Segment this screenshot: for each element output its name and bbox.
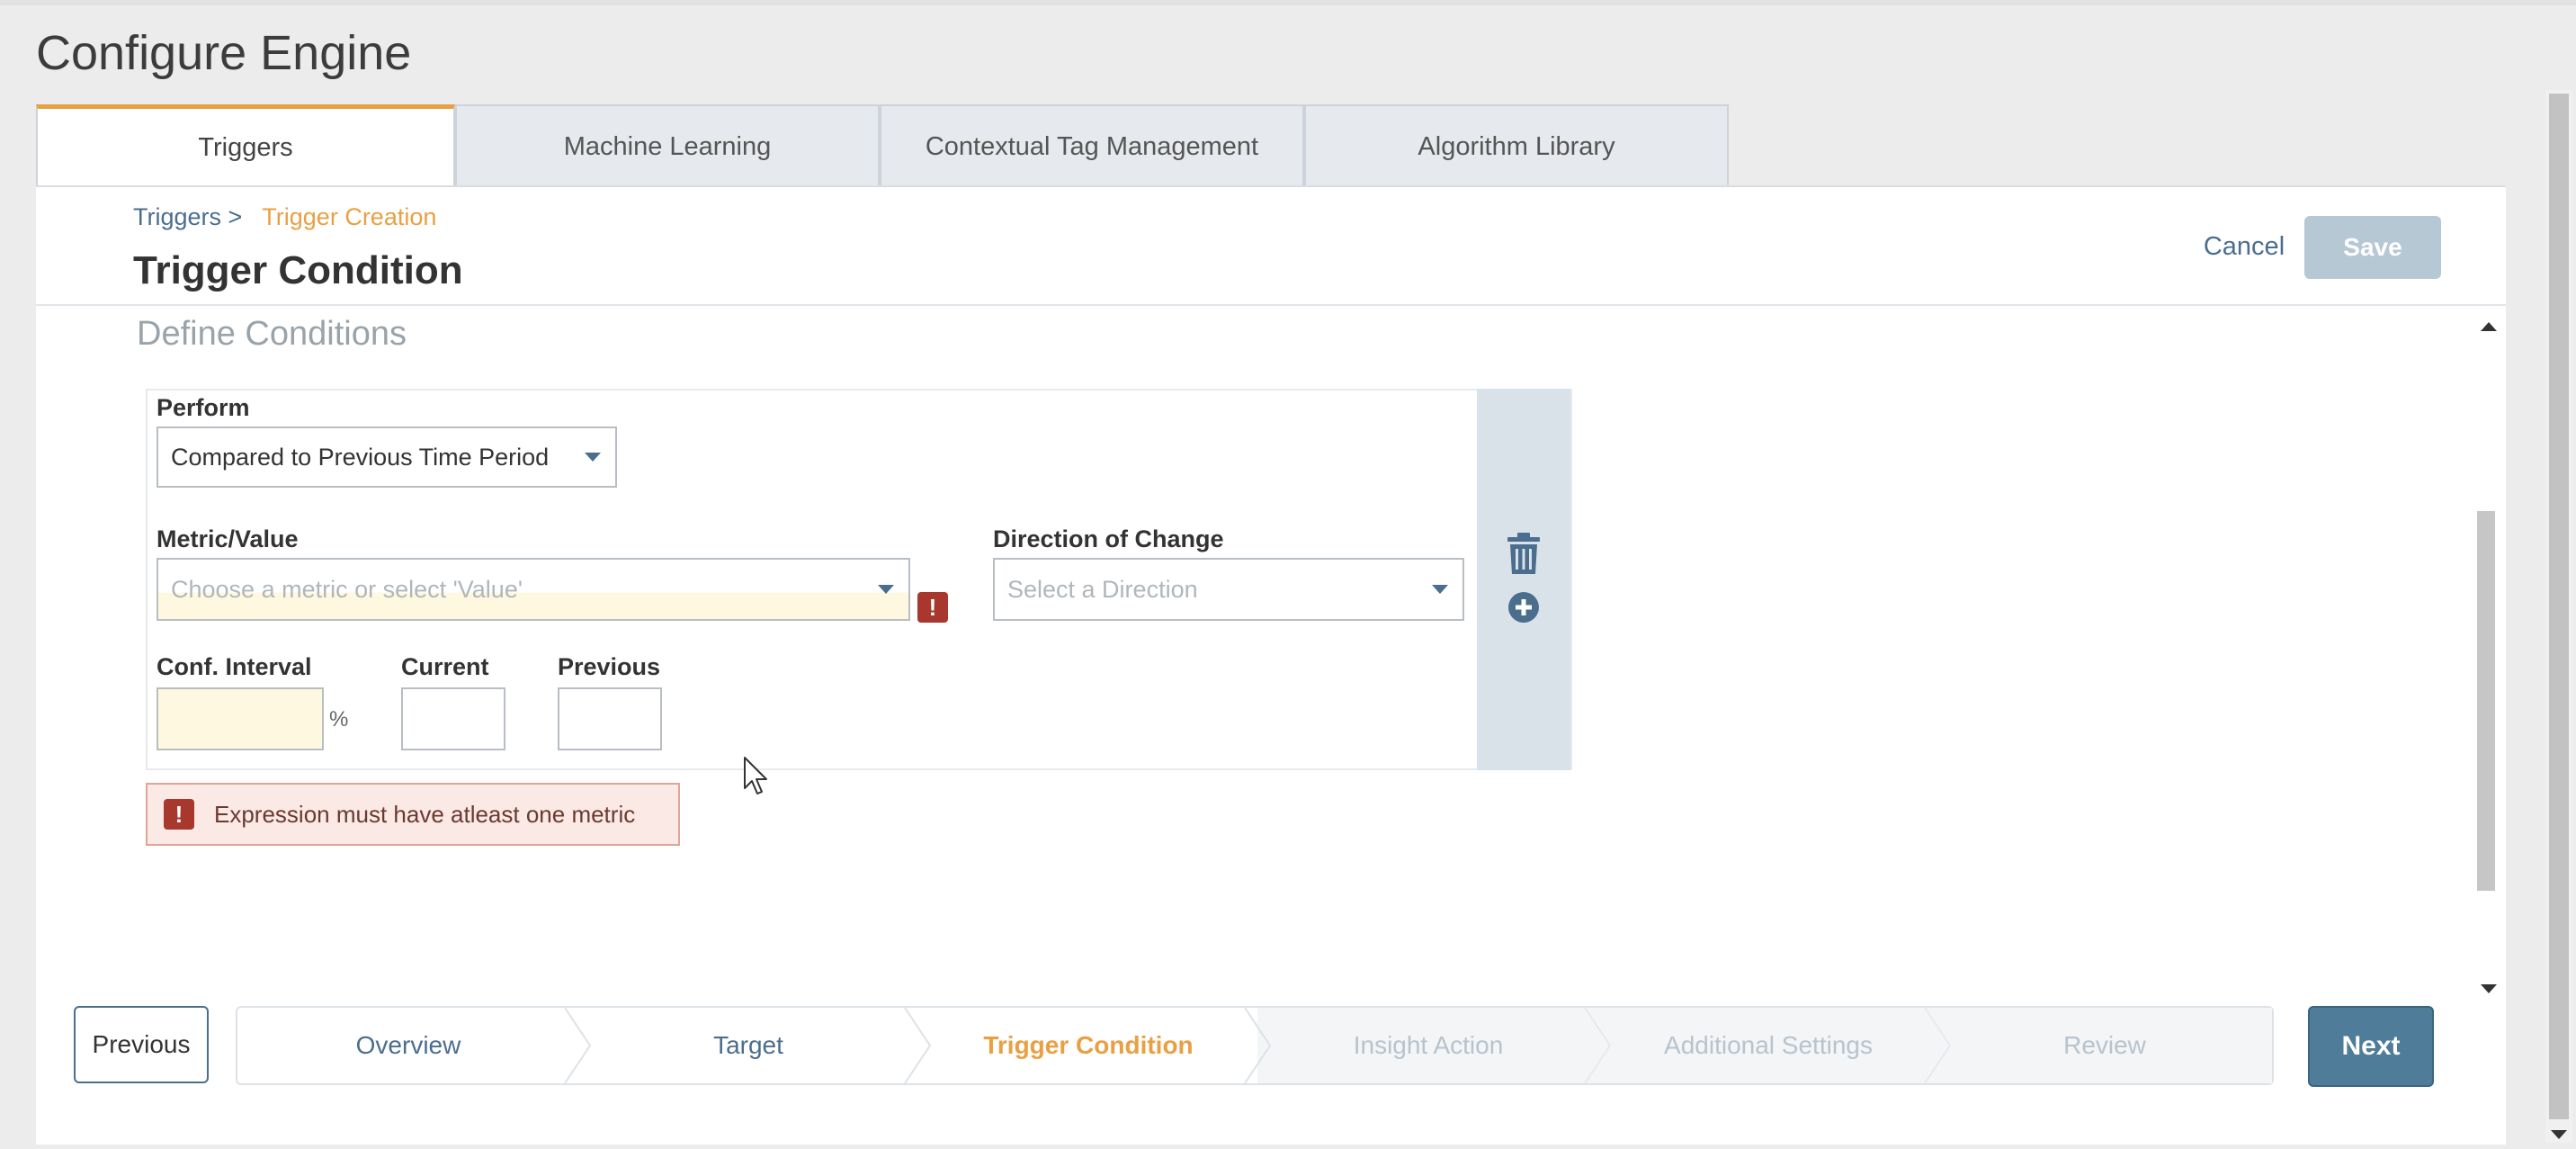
step-review: Review <box>1937 1008 2272 1083</box>
tab-algorithm-library[interactable]: Algorithm Library <box>1304 104 1729 187</box>
next-button[interactable]: Next <box>2308 1006 2434 1087</box>
perform-label: Perform <box>157 394 250 421</box>
step-separator <box>1244 1008 1272 1083</box>
top-border <box>0 0 2576 5</box>
step-separator <box>1924 1008 1952 1083</box>
mouse-cursor-icon <box>743 756 770 802</box>
step-separator <box>904 1008 932 1083</box>
breadcrumb-parent[interactable]: Triggers > <box>133 203 242 230</box>
section-title: Define Conditions <box>137 315 407 353</box>
step-separator <box>1584 1008 1612 1083</box>
perform-select[interactable]: Compared to Previous Time Period <box>157 426 617 488</box>
content-scrollbar-thumb[interactable] <box>2477 511 2495 891</box>
step-overview[interactable]: Overview <box>237 1008 579 1083</box>
conf-interval-input[interactable] <box>157 687 324 750</box>
direction-label: Direction of Change <box>993 525 1224 552</box>
wizard-steps: Overview Target Trigger Condition Insigh… <box>236 1006 2274 1085</box>
percent-unit: % <box>329 707 349 732</box>
perform-value: Compared to Previous Time Period <box>171 443 550 471</box>
step-title: Trigger Condition <box>133 248 463 292</box>
tab-triggers[interactable]: Triggers <box>36 104 455 187</box>
exclamation-icon: ! <box>917 592 948 623</box>
trash-icon[interactable] <box>1506 533 1542 576</box>
tab-machine-learning[interactable]: Machine Learning <box>455 104 880 187</box>
chevron-down-icon <box>878 585 894 594</box>
exclamation-icon: ! <box>164 799 194 830</box>
save-button[interactable]: Save <box>2304 216 2441 279</box>
scroll-up-arrow[interactable] <box>2481 322 2497 331</box>
page-title: Configure Engine <box>36 26 412 80</box>
direction-placeholder: Select a Direction <box>1007 575 1198 603</box>
page-scrollbar-thumb[interactable] <box>2549 94 2569 1119</box>
error-banner: ! Expression must have atleast one metri… <box>146 783 680 846</box>
plus-circle-icon[interactable] <box>1507 591 1540 624</box>
chevron-down-icon <box>585 453 601 462</box>
chevron-down-icon <box>1432 585 1448 594</box>
page-scroll-down-arrow[interactable] <box>2551 1130 2567 1139</box>
breadcrumb-current: Trigger Creation <box>262 203 437 230</box>
step-separator <box>564 1008 592 1083</box>
metric-label: Metric/Value <box>157 525 299 552</box>
breadcrumb: Triggers > Trigger Creation <box>133 203 436 231</box>
step-target[interactable]: Target <box>577 1008 919 1083</box>
step-insight-action: Insight Action <box>1257 1008 1599 1083</box>
condition-actions-strip <box>1477 389 1570 770</box>
header-divider <box>36 304 2506 306</box>
previous-button[interactable]: Previous <box>74 1006 209 1083</box>
step-trigger-condition[interactable]: Trigger Condition <box>917 1008 1259 1083</box>
previous-input[interactable] <box>558 687 662 750</box>
previous-label: Previous <box>558 653 661 680</box>
metric-placeholder: Choose a metric or select 'Value' <box>171 575 523 603</box>
error-message: Expression must have atleast one metric <box>214 800 636 828</box>
current-label: Current <box>401 653 489 680</box>
scroll-down-arrow[interactable] <box>2481 984 2497 993</box>
current-input[interactable] <box>401 687 505 750</box>
direction-select[interactable]: Select a Direction <box>993 558 1464 621</box>
tab-contextual-tag-management[interactable]: Contextual Tag Management <box>880 104 1304 187</box>
step-additional-settings: Additional Settings <box>1597 1008 1939 1083</box>
cancel-button[interactable]: Cancel <box>2195 221 2294 272</box>
metric-select[interactable]: Choose a metric or select 'Value' <box>157 558 910 621</box>
tab-bar: Triggers Machine Learning Contextual Tag… <box>36 104 1729 187</box>
conf-interval-label: Conf. Interval <box>157 653 312 680</box>
